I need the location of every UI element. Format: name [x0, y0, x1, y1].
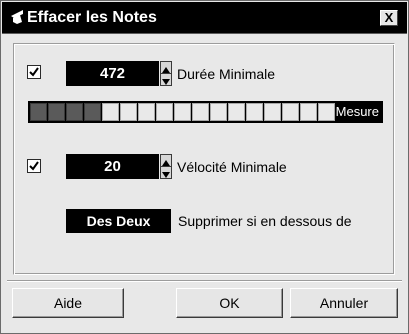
dialog-window: Effacer les Notes X 472 Durée Minimale M…	[0, 0, 409, 334]
duration-label: Durée Minimale	[177, 66, 276, 82]
measure-bar-cell[interactable]	[120, 103, 137, 121]
velocity-checkbox[interactable]	[27, 159, 41, 173]
velocity-spinner[interactable]	[160, 154, 172, 179]
measure-bar-cell[interactable]	[210, 103, 227, 121]
measure-bar-cell[interactable]	[138, 103, 155, 121]
spin-down-icon[interactable]	[161, 74, 171, 85]
ok-button[interactable]: OK	[176, 288, 283, 318]
measure-bar-cell[interactable]	[66, 103, 83, 121]
measure-bar-cell[interactable]	[318, 103, 335, 121]
measure-bar-cell[interactable]	[174, 103, 191, 121]
measure-bar[interactable]: Mesure	[28, 101, 383, 123]
cancel-button[interactable]: Annuler	[290, 288, 398, 318]
help-button[interactable]: Aide	[12, 288, 124, 318]
measure-bar-cell[interactable]	[156, 103, 173, 121]
spin-up-icon[interactable]	[161, 155, 171, 167]
spin-down-icon[interactable]	[161, 167, 171, 178]
measure-bar-cell[interactable]	[300, 103, 317, 121]
title-bar[interactable]: Effacer les Notes X	[2, 2, 407, 34]
checkmark-icon	[29, 67, 39, 77]
velocity-value-field[interactable]: 20	[66, 154, 159, 179]
duration-checkbox[interactable]	[27, 65, 41, 79]
mode-description: Supprimer si en dessous de	[178, 213, 352, 229]
measure-bar-cell[interactable]	[192, 103, 209, 121]
measure-bar-cell[interactable]	[84, 103, 101, 121]
measure-bar-cell[interactable]	[282, 103, 299, 121]
separator	[7, 280, 402, 282]
velocity-label: Vélocité Minimale	[177, 159, 287, 175]
measure-bar-cell[interactable]	[246, 103, 263, 121]
duration-spinner[interactable]	[160, 61, 172, 86]
measure-bar-cell[interactable]	[48, 103, 65, 121]
close-button[interactable]: X	[380, 10, 398, 26]
window-title: Effacer les Notes	[27, 9, 157, 26]
measure-bar-cell[interactable]	[228, 103, 245, 121]
measure-bar-label: Mesure	[335, 104, 379, 119]
measure-bar-cell[interactable]	[264, 103, 281, 121]
measure-bar-cell[interactable]	[30, 103, 47, 121]
brush-icon	[11, 10, 23, 24]
duration-value-field[interactable]: 472	[66, 61, 159, 86]
measure-bar-cell[interactable]	[102, 103, 119, 121]
spin-up-icon[interactable]	[161, 62, 171, 74]
checkmark-icon	[29, 161, 39, 171]
mode-selector-button[interactable]: Des Deux	[66, 209, 171, 233]
